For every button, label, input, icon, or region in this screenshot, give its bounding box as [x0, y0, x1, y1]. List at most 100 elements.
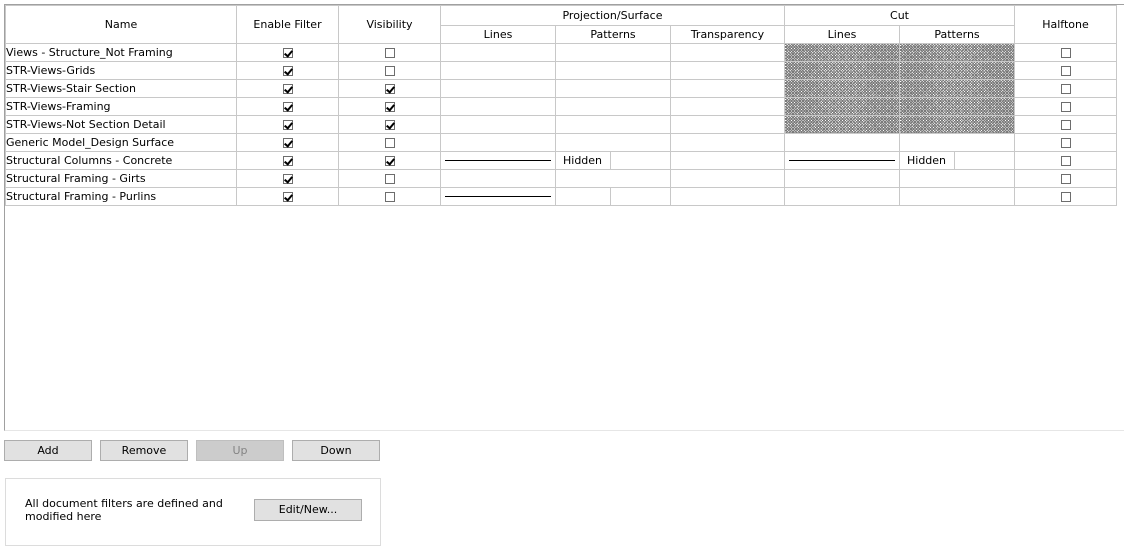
- proj-patterns-cell[interactable]: [555, 43, 671, 62]
- filter-name-cell[interactable]: STR-Views-Grids: [5, 61, 237, 80]
- enable-filter-cell[interactable]: [236, 43, 339, 62]
- halftone-cell[interactable]: [1014, 79, 1117, 98]
- halftone-cell[interactable]: [1014, 43, 1117, 62]
- halftone-cell[interactable]: [1014, 187, 1117, 206]
- header-proj-patterns[interactable]: Patterns: [555, 25, 671, 44]
- proj-lines-cell[interactable]: [440, 169, 556, 188]
- proj-patterns-cell[interactable]: [555, 61, 671, 80]
- visibility-cell[interactable]: [338, 133, 441, 152]
- visibility-cell[interactable]: [338, 43, 441, 62]
- halftone-cell[interactable]: [1014, 97, 1117, 116]
- halftone-cell[interactable]: [1014, 151, 1117, 170]
- visibility-cell[interactable]: [338, 115, 441, 134]
- enable-filter-checkbox[interactable]: [282, 84, 293, 94]
- pattern-swatch[interactable]: [557, 188, 611, 205]
- enable-filter-cell[interactable]: [236, 151, 339, 170]
- enable-filter-checkbox[interactable]: [282, 138, 293, 148]
- proj-transparency-cell[interactable]: [670, 151, 785, 170]
- visibility-checkbox[interactable]: [384, 120, 395, 130]
- proj-patterns-cell[interactable]: [555, 79, 671, 98]
- enable-filter-cell[interactable]: [236, 169, 339, 188]
- enable-filter-cell[interactable]: [236, 79, 339, 98]
- enable-filter-checkbox[interactable]: [282, 120, 293, 130]
- visibility-cell[interactable]: [338, 79, 441, 98]
- proj-lines-cell[interactable]: [440, 61, 556, 80]
- proj-lines-cell[interactable]: [440, 43, 556, 62]
- visibility-checkbox[interactable]: [384, 66, 395, 76]
- visibility-cell[interactable]: [338, 97, 441, 116]
- enable-filter-cell[interactable]: [236, 115, 339, 134]
- visibility-checkbox[interactable]: [384, 138, 395, 148]
- cut-patterns-cell[interactable]: [899, 187, 1015, 206]
- enable-filter-cell[interactable]: [236, 97, 339, 116]
- down-button[interactable]: Down: [292, 440, 380, 461]
- proj-patterns-cell[interactable]: [555, 97, 671, 116]
- proj-lines-cell[interactable]: [440, 97, 556, 116]
- edit-new-button[interactable]: Edit/New...: [254, 499, 362, 521]
- cut-lines-cell[interactable]: [784, 79, 900, 98]
- filter-name-cell[interactable]: Structural Columns - Concrete: [5, 151, 237, 170]
- cut-patterns-cell[interactable]: [899, 61, 1015, 80]
- proj-transparency-cell[interactable]: [670, 61, 785, 80]
- table-row[interactable]: STR-Views-Stair Section: [5, 79, 1117, 98]
- table-row[interactable]: Generic Model_Design Surface: [5, 133, 1117, 152]
- cut-lines-cell[interactable]: [784, 133, 900, 152]
- enable-filter-checkbox[interactable]: [282, 174, 293, 184]
- visibility-checkbox[interactable]: [384, 48, 395, 58]
- filter-name-cell[interactable]: Generic Model_Design Surface: [5, 133, 237, 152]
- visibility-cell[interactable]: [338, 169, 441, 188]
- proj-transparency-cell[interactable]: [670, 187, 785, 206]
- halftone-cell[interactable]: [1014, 169, 1117, 188]
- proj-transparency-cell[interactable]: [670, 133, 785, 152]
- header-halftone[interactable]: Halftone: [1014, 5, 1117, 44]
- table-row[interactable]: STR-Views-Grids: [5, 61, 1117, 80]
- proj-transparency-cell[interactable]: [670, 79, 785, 98]
- header-proj-lines[interactable]: Lines: [440, 25, 556, 44]
- proj-transparency-cell[interactable]: [670, 43, 785, 62]
- proj-lines-cell[interactable]: [440, 79, 556, 98]
- enable-filter-cell[interactable]: [236, 187, 339, 206]
- cut-lines-cell[interactable]: [784, 61, 900, 80]
- proj-transparency-cell[interactable]: [670, 169, 785, 188]
- cut-lines-cell[interactable]: [784, 151, 900, 170]
- remove-button[interactable]: Remove: [100, 440, 188, 461]
- cut-patterns-cell[interactable]: [899, 133, 1015, 152]
- halftone-checkbox[interactable]: [1060, 84, 1071, 94]
- cut-lines-cell[interactable]: [784, 97, 900, 116]
- filter-name-cell[interactable]: STR-Views-Not Section Detail: [5, 115, 237, 134]
- table-row[interactable]: Structural Columns - Concrete Hidden Hidde…: [5, 151, 1117, 170]
- proj-transparency-cell[interactable]: [670, 97, 785, 116]
- proj-lines-cell[interactable]: [440, 115, 556, 134]
- table-row[interactable]: Structural Framing - Girts: [5, 169, 1117, 188]
- proj-patterns-cell[interactable]: [555, 169, 671, 188]
- enable-filter-checkbox[interactable]: [282, 102, 293, 112]
- header-enable-filter[interactable]: Enable Filter: [236, 5, 339, 44]
- cut-patterns-cell[interactable]: Hidden: [899, 151, 1015, 170]
- cut-lines-cell[interactable]: [784, 187, 900, 206]
- enable-filter-checkbox[interactable]: [282, 48, 293, 58]
- header-cut-patterns[interactable]: Patterns: [899, 25, 1015, 44]
- filter-name-cell[interactable]: Structural Framing - Girts: [5, 169, 237, 188]
- cut-lines-cell[interactable]: [784, 43, 900, 62]
- cut-patterns-cell[interactable]: [899, 115, 1015, 134]
- proj-patterns-cell[interactable]: Hidden: [555, 151, 671, 170]
- halftone-checkbox[interactable]: [1060, 102, 1071, 112]
- add-button[interactable]: Add: [4, 440, 92, 461]
- halftone-cell[interactable]: [1014, 115, 1117, 134]
- header-visibility[interactable]: Visibility: [338, 5, 441, 44]
- halftone-checkbox[interactable]: [1060, 174, 1071, 184]
- filter-name-cell[interactable]: Views - Structure_Not Framing: [5, 43, 237, 62]
- proj-patterns-cell[interactable]: [555, 115, 671, 134]
- visibility-cell[interactable]: [338, 151, 441, 170]
- halftone-checkbox[interactable]: [1060, 156, 1071, 166]
- table-row[interactable]: STR-Views-Framing: [5, 97, 1117, 116]
- proj-lines-cell[interactable]: [440, 187, 556, 206]
- cut-lines-cell[interactable]: [784, 169, 900, 188]
- filter-name-cell[interactable]: STR-Views-Framing: [5, 97, 237, 116]
- table-row[interactable]: Views - Structure_Not Framing: [5, 43, 1117, 62]
- halftone-checkbox[interactable]: [1060, 138, 1071, 148]
- cut-lines-cell[interactable]: [784, 115, 900, 134]
- proj-transparency-cell[interactable]: [670, 115, 785, 134]
- cut-patterns-cell[interactable]: [899, 79, 1015, 98]
- cut-patterns-cell[interactable]: [899, 97, 1015, 116]
